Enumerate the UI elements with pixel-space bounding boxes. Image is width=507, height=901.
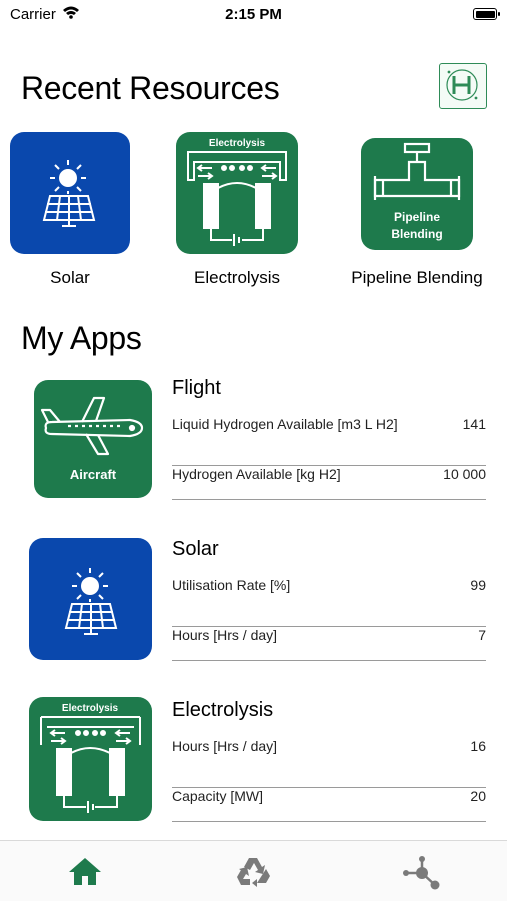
metric-row: Capacity [MW] 20	[172, 788, 486, 822]
metric-value: 16	[470, 738, 486, 754]
network-icon	[403, 856, 440, 890]
metric-label: Liquid Hydrogen Available [m3 L H2]	[172, 416, 398, 432]
electrolysis-icon: Electrolysis	[29, 697, 152, 821]
metric-label: Capacity [MW]	[172, 788, 264, 804]
metric-value: 99	[470, 577, 486, 593]
solar-panel-icon	[29, 538, 152, 660]
electrolysis-icon-label: Electrolysis	[62, 703, 119, 714]
electrolysis-badge-text: Electrolysis	[209, 138, 266, 149]
electrolysis-icon: Electrolysis	[176, 132, 298, 254]
metric-row: Hours [Hrs / day] 16	[172, 738, 486, 788]
metric-row: Hydrogen Available [kg H2] 10 000	[172, 466, 486, 500]
metric-value: 20	[470, 788, 486, 804]
divider	[172, 659, 486, 661]
recent-item-label: Electrolysis	[194, 268, 280, 287]
metric-row: Utilisation Rate [%] 99	[172, 577, 486, 627]
app-card-electrolysis[interactable]: Electrolysis Electrolysis Hours [Hrs / d…	[0, 697, 507, 822]
clock: 2:15 PM	[225, 6, 282, 23]
metric-row: Liquid Hydrogen Available [m3 L H2] 141	[172, 416, 486, 466]
metric-label: Hours [Hrs / day]	[172, 738, 278, 754]
app-title: Solar	[172, 538, 219, 560]
pipeline-icon: Pipeline Blending	[361, 138, 473, 250]
my-apps-title: My Apps	[21, 320, 142, 356]
metric-value: 10 000	[443, 466, 486, 482]
tab-home[interactable]	[65, 855, 105, 891]
battery-icon	[473, 8, 500, 20]
app-card-solar[interactable]: Solar Utilisation Rate [%] 99 Hours [Hrs…	[0, 536, 507, 661]
divider	[172, 498, 486, 500]
metric-label: Hydrogen Available [kg H2]	[172, 466, 341, 482]
recent-item-label: Solar	[50, 268, 90, 287]
recent-resources-title: Recent Resources	[21, 70, 280, 106]
divider	[172, 820, 486, 822]
tab-recycle[interactable]	[233, 855, 273, 891]
pipeline-badge-line1: Pipeline	[394, 210, 440, 224]
metric-label: Hours [Hrs / day]	[172, 627, 278, 643]
app-title: Electrolysis	[172, 699, 274, 721]
app-title: Flight	[172, 377, 221, 399]
tab-bar	[0, 840, 507, 901]
metric-value: 7	[478, 627, 486, 643]
aircraft-icon-label: Aircraft	[70, 467, 117, 482]
pipeline-badge-line2: Blending	[391, 227, 442, 241]
solar-panel-icon	[10, 132, 130, 254]
recycle-icon	[237, 858, 270, 887]
status-bar: Carrier 2:15 PM	[0, 0, 507, 30]
tab-network[interactable]	[401, 855, 441, 891]
metric-value: 141	[462, 416, 486, 432]
metric-row: Hours [Hrs / day] 7	[172, 627, 486, 661]
recent-item-label: Pipeline Blending	[351, 268, 483, 287]
home-icon	[69, 858, 101, 885]
aircraft-icon: Aircraft	[34, 380, 152, 498]
metric-label: Utilisation Rate [%]	[172, 577, 291, 593]
hydrogen-logo-icon[interactable]	[439, 63, 487, 109]
app-card-flight[interactable]: Aircraft Flight Liquid Hydrogen Availabl…	[0, 376, 507, 501]
